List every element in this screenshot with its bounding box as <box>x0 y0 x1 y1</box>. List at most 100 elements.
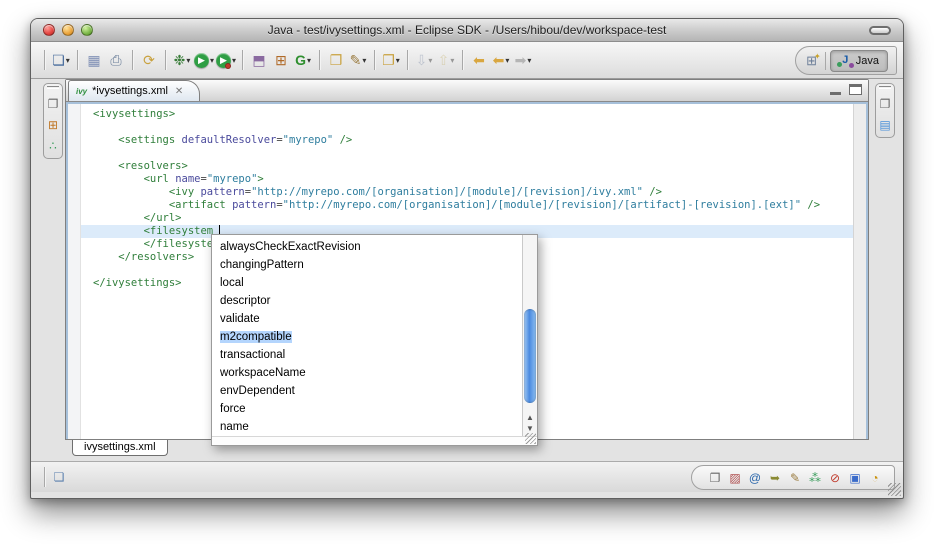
toolbar-separator <box>242 50 243 70</box>
bottom-tab-ivysettings[interactable]: ivysettings.xml <box>72 440 168 456</box>
zoom-button[interactable] <box>81 24 93 36</box>
package-explorer-fastview-button[interactable]: ⊞ <box>44 116 62 134</box>
back-icon: ⬅ <box>493 53 505 67</box>
restore-views-button[interactable]: ❐ <box>706 469 724 487</box>
popup-resize-grip[interactable] <box>525 433 536 444</box>
run-external-tools-dropdown[interactable]: ▾ <box>232 56 236 65</box>
run-external-tools-button[interactable]: ▶▾ <box>215 48 237 72</box>
back-dropdown[interactable]: ▾ <box>505 56 509 65</box>
console-fastview-icon: ▣ <box>849 472 860 484</box>
completion-item[interactable]: transactional <box>212 346 522 364</box>
new-star-icon: ✦ <box>814 52 821 61</box>
code-line <box>81 121 853 134</box>
open-resource-icon: ❐ <box>330 53 343 67</box>
last-edit-location-button[interactable]: ⬅ <box>468 48 490 72</box>
previous-annotation-dropdown[interactable]: ▾ <box>450 56 454 65</box>
open-folder-dropdown[interactable]: ▾ <box>396 56 400 65</box>
console-fastview-button[interactable]: ▣ <box>846 469 864 487</box>
previous-annotation-button[interactable]: ⇧▾ <box>435 48 457 72</box>
error-log-fastview-button[interactable]: ⊘ <box>826 469 844 487</box>
run-button[interactable]: ▶▾ <box>193 48 215 72</box>
left-fastview-trim: ❐ ⊞ ∴ <box>31 79 65 461</box>
trim-drag-handle[interactable] <box>47 86 59 89</box>
outline-fastview-button[interactable]: ▤ <box>876 116 894 134</box>
completion-item-selected[interactable]: m2compatible <box>212 328 522 346</box>
left-trim-icons: ❐ ⊞ ∴ <box>44 95 62 155</box>
close-button[interactable] <box>43 24 55 36</box>
restore-views-button[interactable]: ❐ <box>44 95 62 113</box>
save-icon: ▦ <box>87 53 100 67</box>
search-fastview-button[interactable]: ✎ <box>786 469 804 487</box>
toolbar-separator <box>319 50 320 70</box>
synchronize-fastview-button[interactable]: ⁂ <box>806 469 824 487</box>
toolbar-toggle-button[interactable] <box>869 26 891 35</box>
completion-item[interactable]: alwaysCheckExactRevision <box>212 238 522 256</box>
next-annotation-dropdown[interactable]: ▾ <box>428 56 432 65</box>
new-wizard-dropdown[interactable]: ▾ <box>66 56 70 65</box>
debug-dropdown[interactable]: ▾ <box>186 56 190 65</box>
scrollbar-thumb[interactable] <box>524 309 536 403</box>
debug-button[interactable]: ❉▾ <box>171 48 193 72</box>
editor-tab-ivysettings[interactable]: ivy *ivysettings.xml ✕ <box>68 80 200 101</box>
code-line: </url> <box>81 212 853 225</box>
forward-button[interactable]: ➡▾ <box>512 48 534 72</box>
maximize-editor-button[interactable] <box>849 84 862 95</box>
eclipse-window: Java - test/ivysettings.xml - Eclipse SD… <box>30 18 904 499</box>
java-perspective-button[interactable]: J Java <box>830 50 888 72</box>
completion-item[interactable]: envDependent <box>212 382 522 400</box>
forward-icon: ➡ <box>515 53 527 67</box>
open-folder-button[interactable]: ❐▾ <box>380 48 402 72</box>
type-hierarchy-fastview-button[interactable]: ∴ <box>44 137 62 155</box>
code-line: <artifact pattern="http://myrepo.com/[or… <box>81 199 853 212</box>
print-button[interactable]: ⎙ <box>105 48 127 72</box>
bottom-trim-bar: ❏ ❐▨@➥✎⁂ ⊘ ▣ ◔ <box>31 461 903 492</box>
back-button[interactable]: ⬅▾ <box>490 48 512 72</box>
minimize-button[interactable] <box>62 24 74 36</box>
editor-stack-buttons <box>830 84 862 95</box>
minimize-editor-button[interactable] <box>830 86 841 95</box>
title-bar[interactable]: Java - test/ivysettings.xml - Eclipse SD… <box>31 19 903 42</box>
completion-item[interactable]: local <box>212 274 522 292</box>
error-log-fastview-icon: ⊘ <box>830 472 840 484</box>
trim-drag-handle[interactable] <box>879 86 891 89</box>
javadoc-fastview-button[interactable]: @ <box>746 469 764 487</box>
completion-item[interactable]: validate <box>212 310 522 328</box>
fast-view-new-button[interactable]: ❏ <box>50 468 68 486</box>
window-resize-grip[interactable] <box>888 483 901 496</box>
next-annotation-button[interactable]: ⇩▾ <box>413 48 435 72</box>
open-resource-button[interactable]: ❐ <box>325 48 347 72</box>
right-fastview-trim: ❐▤ <box>869 79 903 461</box>
forward-dropdown[interactable]: ▾ <box>527 56 531 65</box>
new-wizard-button[interactable]: ❏▾ <box>50 48 72 72</box>
close-tab-icon[interactable]: ✕ <box>173 85 185 98</box>
new-java-ee-button[interactable]: ⬒ <box>248 48 270 72</box>
new-task-button[interactable]: G▾ <box>292 48 314 72</box>
completion-item[interactable]: changingPattern <box>212 256 522 274</box>
ivy-console-fastview-button[interactable]: ◔ <box>866 469 884 487</box>
popup-scrollbar[interactable]: ▲ ▼ <box>522 235 537 436</box>
completion-item[interactable]: force <box>212 400 522 418</box>
restore-views-button[interactable]: ❐ <box>876 95 894 113</box>
search-dropdown[interactable]: ▾ <box>362 56 366 65</box>
completion-item[interactable]: descriptor <box>212 292 522 310</box>
scroll-up-arrow[interactable]: ▲ <box>526 413 534 423</box>
search-button[interactable]: ✎▾ <box>347 48 369 72</box>
new-plugin-button[interactable]: ⊞ <box>270 48 292 72</box>
overview-ruler[interactable] <box>853 104 866 439</box>
save-button[interactable]: ▦ <box>83 48 105 72</box>
problems-fastview-button[interactable]: ▨ <box>726 469 744 487</box>
previous-annotation-icon: ⇧ <box>438 53 450 67</box>
package-explorer-fastview-icon: ⊞ <box>48 119 58 131</box>
ivy-console-fastview-icon: ◔ <box>871 472 878 484</box>
new-task-dropdown[interactable]: ▾ <box>307 56 311 65</box>
refresh-button[interactable]: ⟳ <box>138 48 160 72</box>
open-perspective-button[interactable]: ⊞✦ <box>806 53 821 69</box>
toolbar-separator <box>132 50 133 70</box>
annotation-ruler[interactable] <box>68 104 81 439</box>
completion-item[interactable]: workspaceName <box>212 364 522 382</box>
declaration-fastview-button[interactable]: ➥ <box>766 469 784 487</box>
new-plugin-icon: ⊞ <box>275 53 287 67</box>
main-toolbar: ❏▾▦⎙⟳❉▾▶▾▶▾⬒⊞G▾❐✎▾❐▾⇩▾⇧▾⬅⬅▾➡▾ ⊞✦ J Java <box>31 42 903 79</box>
run-dropdown[interactable]: ▾ <box>210 56 214 65</box>
completion-item[interactable]: name <box>212 418 522 436</box>
